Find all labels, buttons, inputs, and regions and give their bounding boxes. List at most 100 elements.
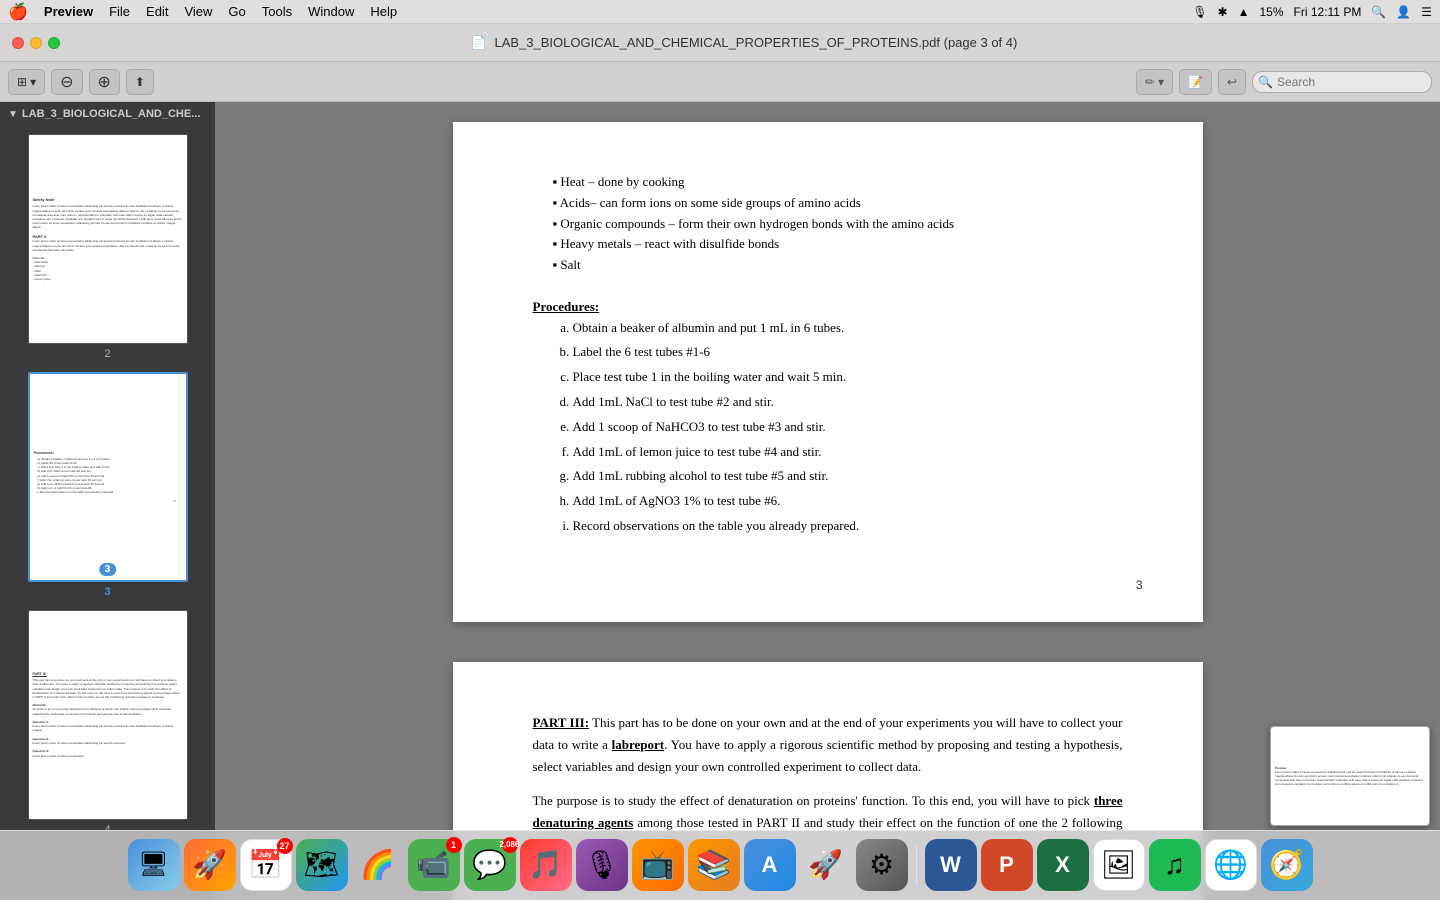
bullets-list: Heat – done by cooking Acids– can form i… (553, 172, 1123, 276)
procedure-item: Add 1mL NaCl to test tube #2 and stir. (573, 392, 1123, 413)
sidebar-page-2[interactable]: Safety Note lorem ipsum dolor sit amet c… (28, 134, 188, 360)
search-icon: 🔍 (1258, 75, 1273, 89)
appstore-icon: A (762, 852, 778, 878)
sidebar-chevron: ▾ (30, 75, 36, 89)
systemprefs-icon: ⚙ (869, 848, 894, 881)
procedure-item: Place test tube 1 in the boiling water a… (573, 367, 1123, 388)
procedure-item: Add 1mL of lemon juice to test tube #4 a… (573, 442, 1123, 463)
appletv-icon: 📺 (640, 848, 675, 881)
page-2-thumb: Safety Note lorem ipsum dolor sit amet c… (28, 134, 188, 344)
bullet-item: Organic compounds – form their own hydro… (553, 214, 1123, 235)
markup-chevron: ▾ (1158, 75, 1164, 89)
procedures-list: Obtain a beaker of albumin and put 1 mL … (573, 318, 1123, 537)
menu-file[interactable]: File (109, 4, 130, 19)
safari-icon: 🧭 (1269, 848, 1304, 881)
mic-icon: 🎙 (1192, 5, 1207, 19)
minimize-button[interactable] (30, 37, 42, 49)
menu-window[interactable]: Window (308, 4, 354, 19)
sidebar-page-4[interactable]: PART III: This part has to be done on yo… (28, 610, 188, 836)
facetime-badge: 1 (446, 837, 462, 853)
app-name[interactable]: Preview (44, 4, 93, 19)
markup-button[interactable]: ✏ ▾ (1136, 69, 1173, 95)
dock: 🖥 🚀 📅 27 🗺 🌈 📹 1 💬 2,086 🎵 🎙 📺 📚 A 🚀 ⚙ (0, 830, 1440, 900)
dock-preview[interactable]: 🖼 (1093, 839, 1145, 891)
finder-icon: 🖥 (138, 850, 168, 879)
sidebar-filename: LAB_3_BIOLOGICAL_AND_CHE... (22, 108, 200, 120)
sidebar-toggle-button[interactable]: ⊞ ▾ (8, 69, 45, 95)
dock-finder[interactable]: 🖥 (128, 839, 180, 891)
dock-launchpad2[interactable]: 🚀 (800, 839, 852, 891)
messages-badge: 2,086 (502, 837, 518, 853)
apple-menu[interactable]: 🍎 (8, 2, 28, 22)
sidebar-triangle-icon: ▼ (8, 109, 18, 120)
sidebar-icon: ⊞ (17, 75, 27, 89)
pencil-icon: ✏ (1145, 75, 1155, 89)
dock-spotify[interactable]: ♫ (1149, 839, 1201, 891)
page-3-thumb: Procedures: a) Obtain a beaker of albumi… (28, 372, 188, 582)
dock-music[interactable]: 🎵 (520, 839, 572, 891)
dock-photos[interactable]: 🌈 (352, 839, 404, 891)
dock-facetime[interactable]: 📹 1 (408, 839, 460, 891)
procedure-item: Label the 6 test tubes #1-6 (573, 342, 1123, 363)
menubar: 🍎 Preview File Edit View Go Tools Window… (0, 0, 1440, 24)
part3-paragraph: PART III: This part has to be done on yo… (533, 712, 1123, 778)
excel-icon: X (1055, 852, 1070, 878)
dock-powerpoint[interactable]: P (981, 839, 1033, 891)
dock-messages[interactable]: 💬 2,086 (464, 839, 516, 891)
maximize-button[interactable] (48, 37, 60, 49)
rotate-icon: ↩ (1227, 75, 1237, 89)
main-layout: ▼ LAB_3_BIOLOGICAL_AND_CHE... Safety Not… (0, 102, 1440, 900)
dock-systemprefs[interactable]: ⚙ (856, 839, 908, 891)
menu-edit[interactable]: Edit (146, 4, 168, 19)
dock-calendar[interactable]: 📅 27 (240, 839, 292, 891)
spotify-icon: ♫ (1164, 849, 1185, 881)
procedure-item: Add 1mL of AgNO3 1% to test tube #6. (573, 491, 1123, 512)
pdf-page-3: Heat – done by cooking Acids– can form i… (453, 122, 1203, 622)
messages-icon: 💬 (472, 848, 507, 881)
battery-indicator: 15% (1259, 5, 1283, 19)
dock-launchpad[interactable]: 🚀 (184, 839, 236, 891)
part3-label: PART III: (533, 715, 590, 730)
launchpad-icon: 🚀 (192, 848, 227, 881)
zoom-out-button[interactable]: ⊖ (51, 69, 82, 95)
procedures-label: Procedures: (533, 299, 600, 314)
window-title: 📄 LAB_3_BIOLOGICAL_AND_CHEMICAL_PROPERTI… (60, 35, 1428, 51)
calendar-badge: 27 (277, 838, 293, 854)
procedures-section: Procedures: Obtain a beaker of albumin a… (533, 297, 1123, 537)
bullet-item: Heat – done by cooking (553, 172, 1123, 193)
maps-icon: 🗺 (304, 848, 340, 881)
menu-help[interactable]: Help (370, 4, 397, 19)
menu-go[interactable]: Go (228, 4, 245, 19)
hamburger-icon[interactable]: ☰ (1421, 5, 1432, 19)
dock-appletv[interactable]: 📺 (632, 839, 684, 891)
clock: Fri 12:11 PM (1294, 5, 1362, 19)
menu-tools[interactable]: Tools (262, 4, 292, 19)
zoom-in-button[interactable]: ⊕ (89, 69, 120, 95)
podcasts-icon: 🎙 (584, 848, 620, 881)
procedure-item: Record observations on the table you alr… (573, 516, 1123, 537)
dock-excel[interactable]: X (1037, 839, 1089, 891)
bullet-item: Salt (553, 255, 1123, 276)
sidebar-page-3[interactable]: Procedures: a) Obtain a beaker of albumi… (28, 372, 188, 598)
bullet-item: Acids– can form ions on some side groups… (553, 193, 1123, 214)
edit-button[interactable]: 📝 (1179, 69, 1212, 95)
dock-chrome[interactable]: 🌐 (1205, 839, 1257, 891)
page-4-thumb: PART III: This part has to be done on yo… (28, 610, 188, 820)
menu-view[interactable]: View (184, 4, 212, 19)
spotlight-icon[interactable]: 🔍 (1371, 5, 1386, 19)
dock-safari[interactable]: 🧭 (1261, 839, 1313, 891)
dock-podcasts[interactable]: 🎙 (576, 839, 628, 891)
dock-appstore[interactable]: A (744, 839, 796, 891)
dock-separator (916, 845, 917, 885)
close-button[interactable] (12, 37, 24, 49)
dock-books[interactable]: 📚 (688, 839, 740, 891)
rotate-button[interactable]: ↩ (1218, 69, 1246, 95)
share-icon: ⬆ (135, 75, 145, 89)
search-input[interactable] (1252, 71, 1432, 93)
word-icon: W (940, 852, 961, 878)
dock-word[interactable]: W (925, 839, 977, 891)
dock-maps[interactable]: 🗺 (296, 839, 348, 891)
sidebar-header[interactable]: ▼ LAB_3_BIOLOGICAL_AND_CHE... (0, 102, 215, 126)
share-button[interactable]: ⬆ (126, 69, 154, 95)
zoom-in-icon: ⊕ (98, 72, 111, 92)
